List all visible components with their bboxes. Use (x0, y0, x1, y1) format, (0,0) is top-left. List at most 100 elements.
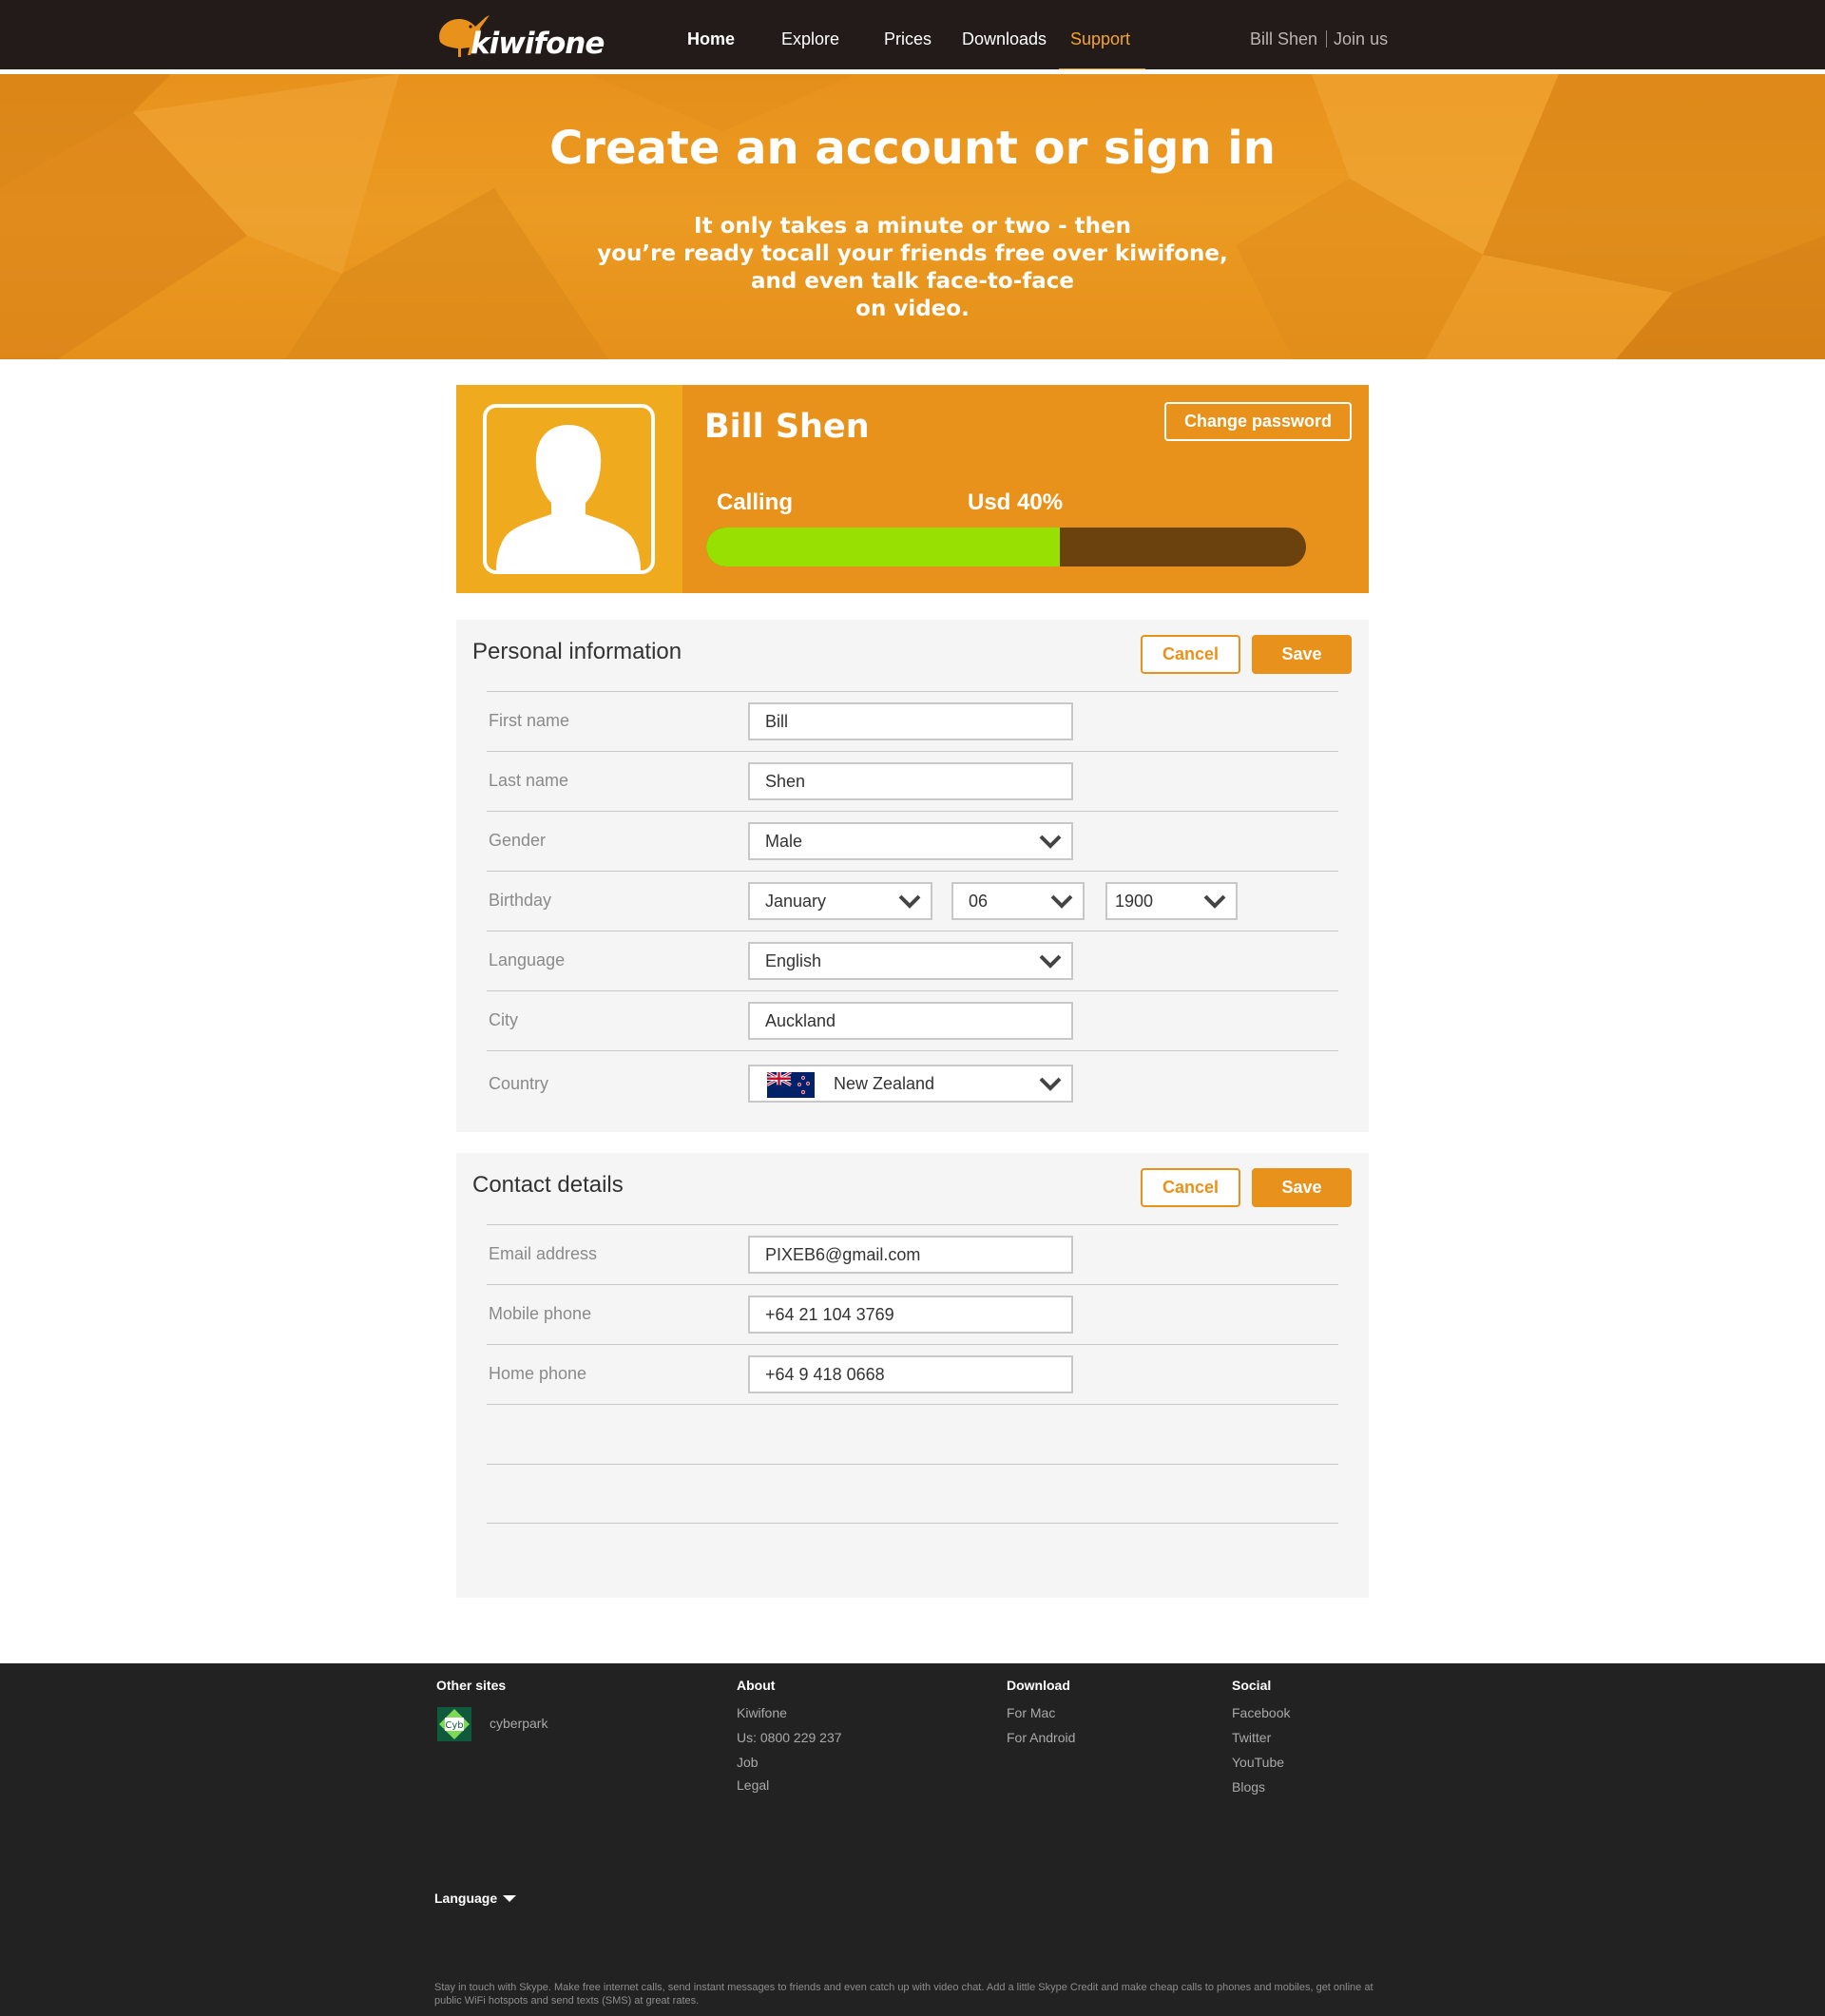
gender-value: Male (765, 832, 803, 851)
footer-link-kiwifone[interactable]: Kiwifone (737, 1700, 842, 1725)
contact-cancel-button[interactable]: Cancel (1141, 1168, 1240, 1207)
birth-day-value: 06 (969, 892, 989, 911)
footer-link-android[interactable]: For Android (1007, 1725, 1075, 1750)
usage-progress-fill (706, 528, 1061, 566)
personal-information-section: Personal information Cancel Save First n… (456, 620, 1369, 1132)
form-row-country: Country New Zealand (487, 1050, 1338, 1113)
nav-explore[interactable]: Explore (781, 29, 839, 49)
personal-cancel-button[interactable]: Cancel (1141, 635, 1240, 674)
footer-download: Download For Mac For Android (1007, 1678, 1075, 1750)
footer-link-twitter[interactable]: Twitter (1232, 1725, 1290, 1750)
footer-link-facebook[interactable]: Facebook (1232, 1700, 1290, 1725)
footer-link-job[interactable]: Job (737, 1750, 842, 1775)
hero-subtitle-line: you’re ready tocall your friends free ov… (597, 241, 1228, 266)
gender-select[interactable]: Male (748, 822, 1073, 860)
home-phone-label: Home phone (489, 1364, 587, 1383)
footer-link-mac[interactable]: For Mac (1007, 1700, 1075, 1725)
caret-down-icon (503, 1895, 517, 1902)
birth-year-select[interactable]: 1900 (1105, 882, 1238, 920)
email-label: Email address (489, 1244, 598, 1263)
form-row-city: City Auckland (487, 990, 1338, 1050)
top-navigation-bar: kiwifone Home Explore Prices Downloads S… (0, 0, 1825, 74)
birthday-label: Birthday (489, 891, 552, 910)
birth-month-select[interactable]: January (748, 882, 932, 920)
language-value: English (765, 951, 822, 970)
avatar[interactable] (483, 404, 655, 574)
footer: Other sites Cyb cyberpark About Kiwifone… (0, 1663, 1825, 2016)
profile-card: Bill Shen Change password Calling Usd 40… (456, 385, 1369, 593)
birth-day-select[interactable]: 06 (951, 882, 1085, 920)
user-silhouette-icon (496, 425, 641, 570)
contact-details-section: Contact details Cancel Save Email addres… (456, 1153, 1369, 1598)
nav-home[interactable]: Home (687, 29, 735, 49)
country-label: Country (489, 1074, 549, 1093)
kiwifone-logo[interactable]: kiwifone (432, 6, 623, 63)
footer-social: Social Facebook Twitter YouTube Blogs (1232, 1678, 1290, 1799)
form-row-language: Language English (487, 931, 1338, 990)
chevron-down-icon (1039, 954, 1062, 969)
language-select[interactable]: English (748, 942, 1073, 980)
divider (1326, 30, 1328, 48)
nav-support[interactable]: Support (1070, 29, 1130, 49)
language-label: Language (489, 950, 566, 970)
empty-row (487, 1464, 1338, 1524)
form-row-mobile: Mobile phone +64 21 104 3769 (487, 1284, 1338, 1344)
form-row-last-name: Last name Shen (487, 751, 1338, 811)
footer-link-legal[interactable]: Legal (737, 1775, 842, 1795)
footer-other-sites: Other sites (436, 1678, 506, 1700)
first-name-label: First name (489, 711, 570, 730)
country-select[interactable]: New Zealand (748, 1065, 1073, 1103)
cyberpark-link[interactable]: cyberpark (490, 1716, 548, 1731)
hero-subtitle: It only takes a minute or two - then you… (532, 213, 1293, 323)
nav-downloads[interactable]: Downloads (962, 29, 1047, 49)
footer-heading: Download (1007, 1678, 1070, 1693)
last-name-label: Last name (489, 771, 569, 790)
chevron-down-icon (1039, 1077, 1062, 1091)
cyberpark-logo-text: Cyb (445, 1720, 463, 1731)
footer-about: About Kiwifone Us: 0800 229 237 Job Lega… (737, 1678, 842, 1795)
mobile-phone-input[interactable]: +64 21 104 3769 (748, 1296, 1073, 1334)
nav-prices[interactable]: Prices (884, 29, 932, 49)
calling-label: Calling (717, 490, 794, 515)
home-phone-input[interactable]: +64 9 418 0668 (748, 1355, 1073, 1393)
mobile-phone-label: Mobile phone (489, 1304, 592, 1323)
footer-link-phone[interactable]: Us: 0800 229 237 (737, 1725, 842, 1750)
section-title: Personal information (472, 639, 682, 664)
new-zealand-flag-icon (767, 1072, 815, 1098)
email-input[interactable]: PIXEB6@gmail.com (748, 1236, 1073, 1274)
footer-heading: Social (1232, 1678, 1272, 1693)
user-links: Bill Shen Join us (1250, 29, 1388, 49)
chevron-down-icon (1050, 894, 1073, 909)
form-row-birthday: Birthday January 06 1900 (487, 871, 1338, 931)
city-input[interactable]: Auckland (748, 1002, 1073, 1040)
form-row-email: Email address PIXEB6@gmail.com (487, 1224, 1338, 1284)
hero-subtitle-line: It only takes a minute or two - then (694, 214, 1131, 239)
cyberpark-logo[interactable]: Cyb (437, 1707, 471, 1741)
contact-save-button[interactable]: Save (1252, 1168, 1352, 1207)
avatar-panel (456, 385, 682, 593)
birth-year-value: 1900 (1115, 892, 1154, 911)
last-name-input[interactable]: Shen (748, 762, 1073, 800)
footer-note: Stay in touch with Skype. Make free inte… (434, 1982, 1374, 2006)
section-title: Contact details (472, 1172, 624, 1198)
chevron-down-icon (1203, 894, 1226, 909)
hero-banner: Create an account or sign in It only tak… (0, 74, 1825, 359)
footer-heading: About (737, 1678, 776, 1693)
profile-name: Bill Shen (704, 408, 870, 446)
form-row-first-name: First name Bill (487, 691, 1338, 751)
join-us-link[interactable]: Join us (1334, 29, 1388, 48)
empty-row (487, 1404, 1338, 1464)
cyberpark-logo-icon: Cyb (437, 1707, 471, 1741)
footer-heading: Other sites (436, 1678, 507, 1693)
form-row-gender: Gender Male (487, 811, 1338, 871)
personal-save-button[interactable]: Save (1252, 635, 1352, 674)
first-name-input[interactable]: Bill (748, 702, 1073, 740)
language-dropdown[interactable]: Language (434, 1891, 517, 1906)
footer-link-youtube[interactable]: YouTube (1232, 1750, 1290, 1775)
user-name-link[interactable]: Bill Shen (1250, 29, 1317, 48)
hero-title: Create an account or sign in (549, 122, 1276, 175)
birth-month-value: January (765, 892, 827, 911)
change-password-button[interactable]: Change password (1164, 402, 1352, 441)
country-value: New Zealand (834, 1074, 935, 1093)
footer-link-blogs[interactable]: Blogs (1232, 1775, 1290, 1799)
